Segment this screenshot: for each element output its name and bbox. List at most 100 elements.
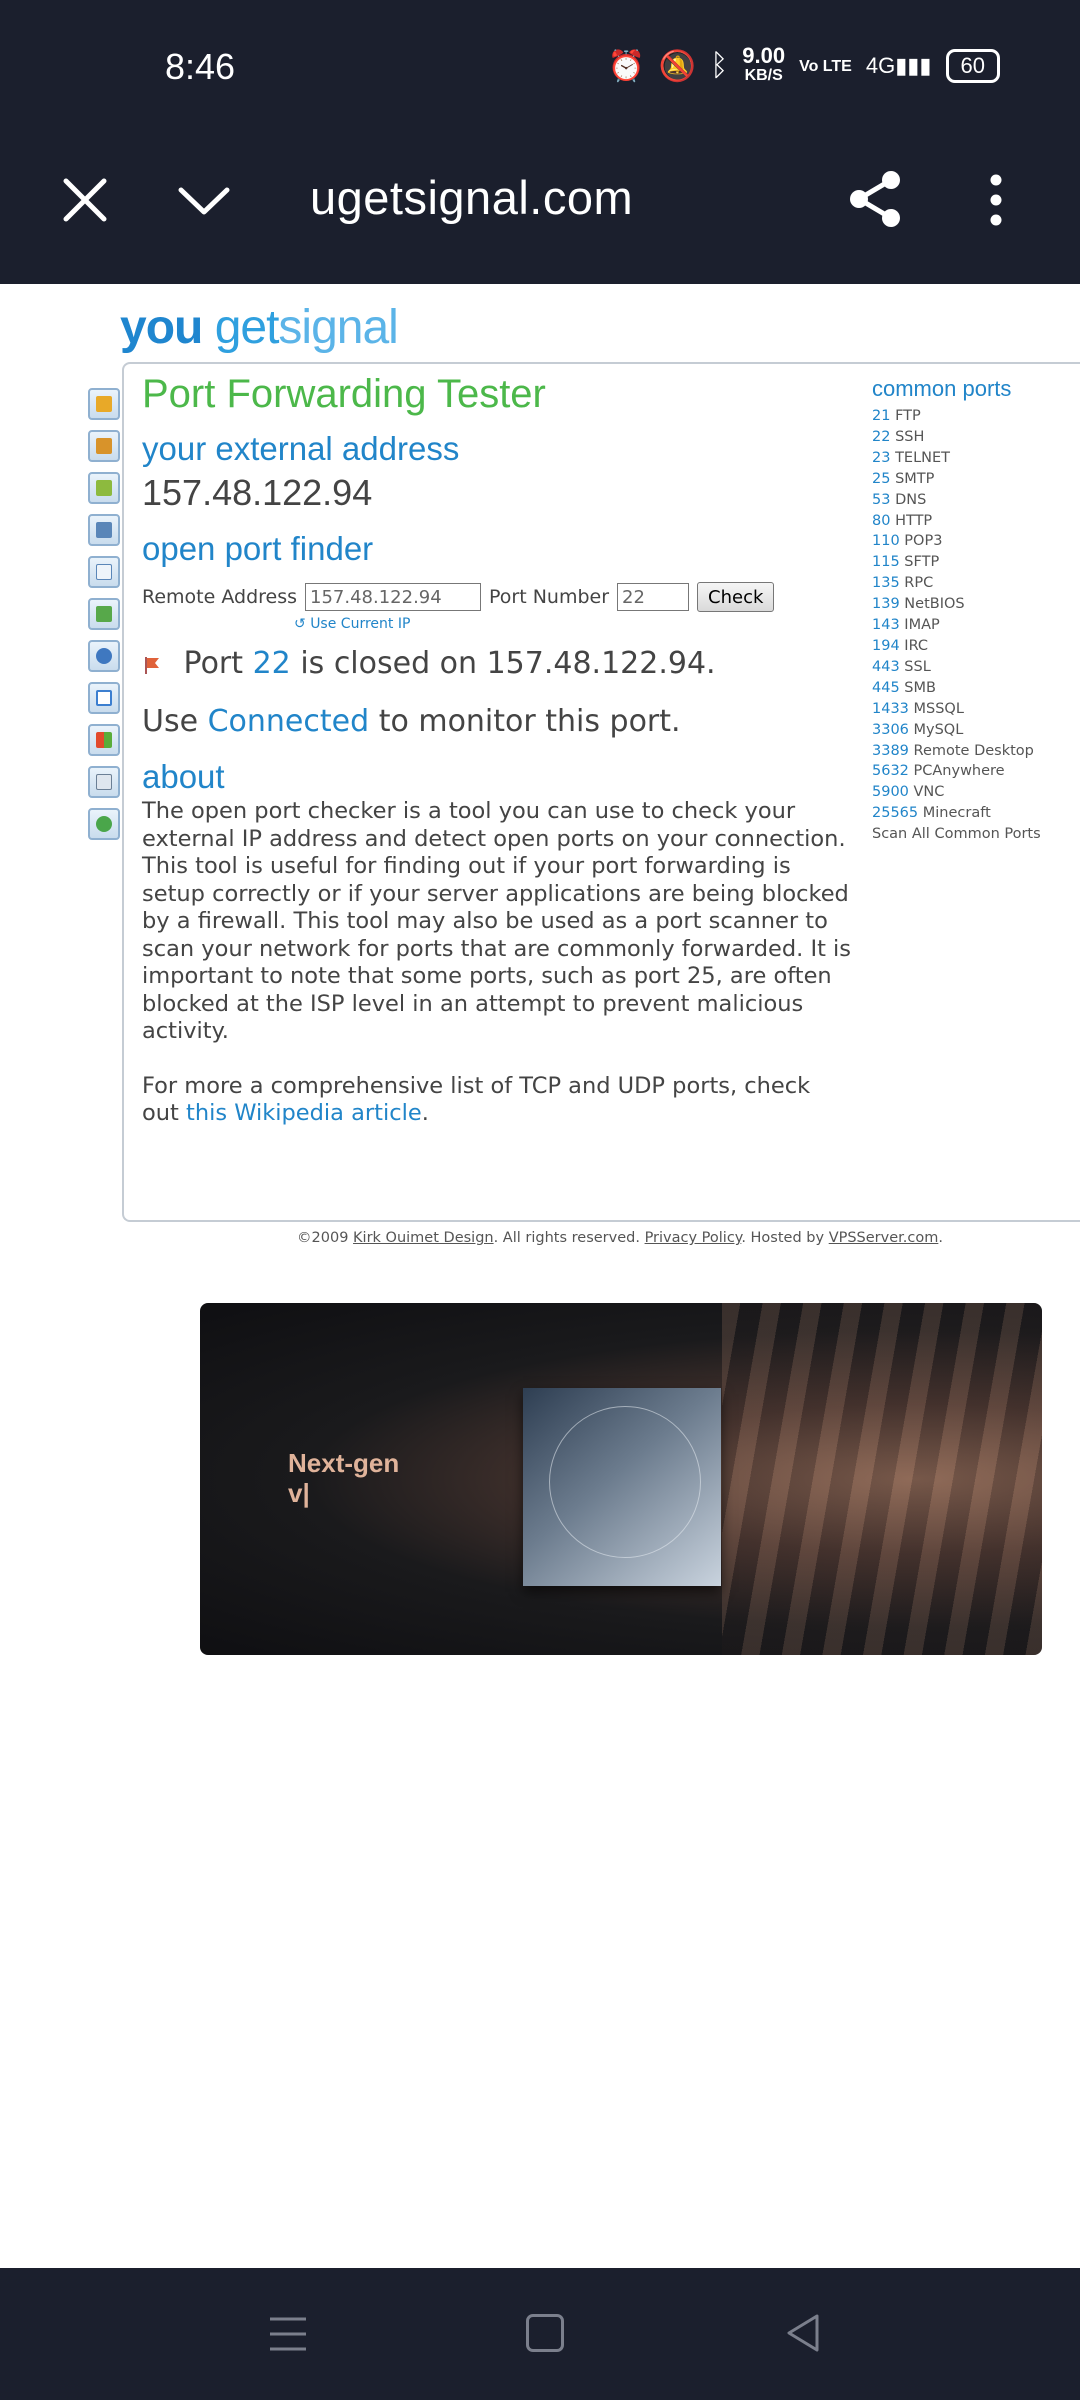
port-service-name: MSSQL	[913, 700, 964, 717]
port-number-label: Port Number	[489, 586, 610, 608]
refresh-icon: ↺	[294, 616, 306, 632]
share-icon[interactable]	[845, 168, 907, 230]
about-text: The open port checker is a tool you can …	[142, 798, 852, 1155]
closed-flag-icon	[145, 656, 159, 674]
window-icon[interactable]	[88, 514, 120, 546]
clock: 8:46	[165, 46, 236, 87]
network-icon[interactable]	[88, 598, 120, 630]
open-port-finder-heading: open port finder	[142, 530, 374, 567]
use-current-ip-link[interactable]: ↺ Use Current IP	[294, 616, 410, 632]
port-link-3306[interactable]: 3306 MySQL	[872, 720, 1072, 741]
port-number: 445	[872, 679, 900, 696]
port-link-135[interactable]: 135 RPC	[872, 573, 1072, 594]
external-address-heading: your external address	[142, 430, 460, 467]
port-link-23[interactable]: 23 TELNET	[872, 448, 1072, 469]
port-link-53[interactable]: 53 DNS	[872, 490, 1072, 511]
port-number: 25565	[872, 805, 919, 822]
help-icon[interactable]	[88, 640, 120, 672]
port-service-name: MySQL	[913, 721, 964, 738]
port-number: 143	[872, 617, 900, 634]
monitor-suggestion: Use Connected to monitor this port.	[142, 704, 681, 739]
host-link[interactable]: VPSServer.com	[829, 1230, 939, 1246]
signal-icon: 4G▮▮▮	[865, 53, 932, 78]
port-number: 5900	[872, 784, 909, 801]
back-icon[interactable]	[783, 2312, 823, 2354]
volte-indicator: Vo LTE	[799, 57, 852, 75]
status-bar: 8:46 ⏰ 🔕 ᛒ 9.00 KB/S Vo LTE 4G▮▮▮ 60 uget…	[0, 0, 1080, 284]
image-icon[interactable]	[88, 472, 120, 504]
alarm-icon: ⏰	[607, 49, 645, 83]
port-link-80[interactable]: 80 HTTP	[872, 511, 1072, 532]
about-heading: about	[142, 758, 225, 795]
port-link-445[interactable]: 445 SMB	[872, 678, 1072, 699]
site-logo[interactable]: you getsignal	[120, 300, 399, 355]
port-link-115[interactable]: 115 SFTP	[872, 552, 1072, 573]
footer: ©2009 Kirk Ouimet Design. All rights res…	[297, 1230, 943, 1246]
port-link-194[interactable]: 194 IRC	[872, 636, 1072, 657]
port-link-139[interactable]: 139 NetBIOS	[872, 594, 1072, 615]
lock-icon[interactable]	[88, 388, 120, 420]
document-icon[interactable]	[88, 766, 120, 798]
net-speed: 9.00 KB/S	[742, 43, 786, 85]
scan-all-ports-link[interactable]: Scan All Common Ports	[872, 824, 1072, 845]
port-link-1433[interactable]: 1433 MSSQL	[872, 699, 1072, 720]
windows-icon[interactable]	[88, 724, 120, 756]
port-service-name: SFTP	[904, 554, 940, 571]
connected-link[interactable]: Connected	[208, 704, 370, 739]
url-bar[interactable]: ugetsignal.com	[310, 170, 633, 225]
ad-product-image	[523, 1388, 721, 1586]
port-link-21[interactable]: 21 FTP	[872, 406, 1072, 427]
author-link[interactable]: Kirk Ouimet Design	[353, 1230, 494, 1246]
port-link-443[interactable]: 443 SSL	[872, 657, 1072, 678]
tool-icon-strip	[88, 388, 122, 850]
recents-icon[interactable]	[268, 2315, 308, 2353]
privacy-policy-link[interactable]: Privacy Policy	[645, 1230, 742, 1246]
port-link-22[interactable]: 22 SSH	[872, 427, 1072, 448]
port-service-name: SMB	[904, 679, 936, 696]
port-link-3389[interactable]: 3389 Remote Desktop	[872, 741, 1072, 762]
home-icon[interactable]	[526, 2314, 564, 2352]
port-number: 53	[872, 491, 891, 508]
mail-icon[interactable]	[88, 556, 120, 588]
port-link-25[interactable]: 25 SMTP	[872, 469, 1072, 490]
wikipedia-link[interactable]: this Wikipedia article	[186, 1100, 422, 1126]
port-number: 1433	[872, 700, 909, 717]
port-link-5900[interactable]: 5900 VNC	[872, 782, 1072, 803]
port-service-name: RPC	[904, 575, 934, 592]
port-result: Port 22 is closed on 157.48.122.94.	[142, 646, 716, 681]
port-service-name: POP3	[904, 533, 943, 550]
close-icon[interactable]	[60, 175, 110, 225]
chevron-down-icon[interactable]	[175, 180, 233, 220]
remote-address-input[interactable]	[305, 583, 482, 611]
port-number: 194	[872, 637, 900, 654]
advertisement-banner[interactable]: Next-gen v|	[200, 1303, 1042, 1655]
globe-icon[interactable]	[88, 808, 120, 840]
bluetooth-icon: ᛒ	[710, 49, 729, 82]
port-number: 3306	[872, 721, 909, 738]
port-service-name: Minecraft	[922, 805, 991, 822]
port-number: 139	[872, 596, 900, 613]
port-number: 23	[872, 449, 891, 466]
remote-address-label: Remote Address	[142, 586, 298, 608]
result-port-number: 22	[252, 646, 291, 681]
external-ip: 157.48.122.94	[142, 472, 373, 513]
port-link-110[interactable]: 110 POP3	[872, 531, 1072, 552]
port-service-name: HTTP	[895, 512, 933, 529]
common-ports-list: common ports 21 FTP 22 SSH 23 TELNET 25 SMT…	[872, 376, 1072, 845]
check-button[interactable]: Check	[697, 582, 775, 612]
battery-indicator: 60	[945, 49, 1000, 83]
port-link-143[interactable]: 143 IMAP	[872, 615, 1072, 636]
more-options-icon[interactable]	[980, 172, 1012, 228]
mute-icon: 🔕	[658, 49, 697, 83]
port-service-name: TELNET	[895, 449, 951, 466]
chart-icon[interactable]	[88, 430, 120, 462]
about-paragraph-more: For more a comprehensive list of TCP and…	[142, 1072, 811, 1127]
port-number-input[interactable]	[617, 583, 690, 611]
port-service-name: SSH	[895, 428, 925, 445]
port-service-name: Remote Desktop	[913, 742, 1034, 759]
port-service-name: PCAnywhere	[913, 763, 1005, 780]
port-link-5632[interactable]: 5632 PCAnywhere	[872, 761, 1072, 782]
google-icon[interactable]	[88, 682, 120, 714]
port-link-25565[interactable]: 25565 Minecraft	[872, 803, 1072, 824]
port-service-name: NetBIOS	[904, 596, 965, 613]
